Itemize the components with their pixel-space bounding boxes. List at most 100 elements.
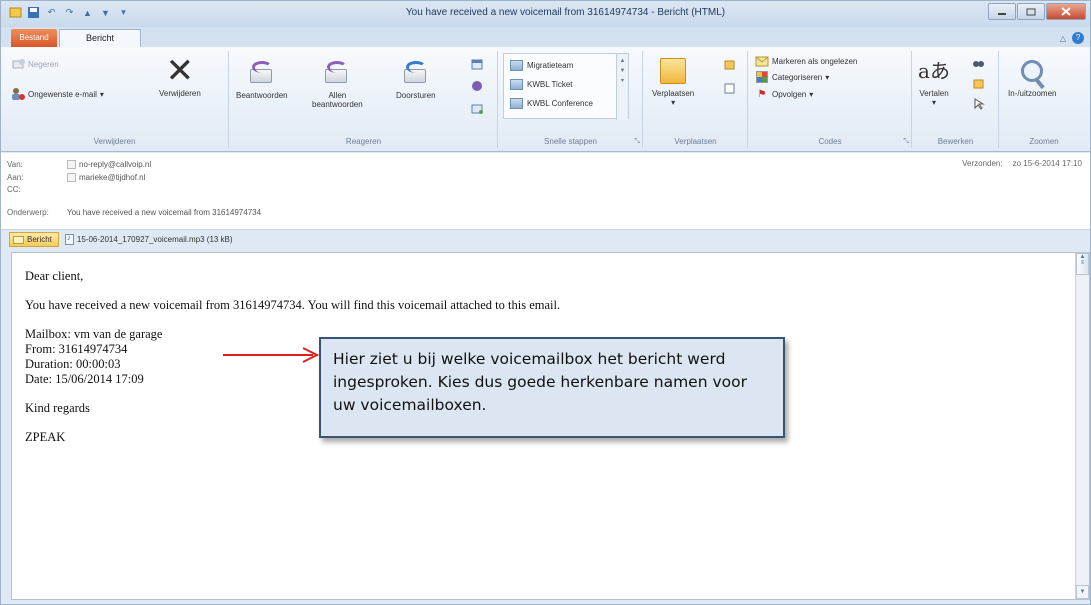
from-row: Van: no-reply@callvoip.nl <box>7 159 151 170</box>
group-label-move: Verplaatsen <box>674 137 717 146</box>
ignore-label: Negeren <box>28 59 59 69</box>
mark-unread-button[interactable]: Markeren als ongelezen <box>755 54 857 68</box>
zoom-label: In-/uitzoomen <box>1008 89 1057 98</box>
ribbon: Negeren Ongewenste e-mail ▾ ✕ Verwijdere… <box>1 47 1090 152</box>
quick-step-icon <box>510 78 523 90</box>
body-intro: You have received a new voicemail from 3… <box>25 298 561 312</box>
reply-all-button[interactable]: Allen beantwoorden <box>312 57 363 109</box>
sent-value: zo 15-6-2014 17:10 <box>1012 159 1082 168</box>
attachment-file[interactable]: 15-06-2014_170927_voicemail.mp3 (13 kB) <box>64 233 233 245</box>
move-button[interactable]: Verplaatsen ▾ <box>652 55 694 107</box>
maximize-button[interactable] <box>1017 3 1045 20</box>
scroll-up-button[interactable]: ▲ ≡ <box>1076 253 1089 275</box>
categorize-button[interactable]: Categoriseren ▾ <box>755 70 829 84</box>
delete-x-icon: ✕ <box>165 51 195 91</box>
dropdown-arrow-icon: ▾ <box>825 72 830 82</box>
attachment-file-label: 15-06-2014_170927_voicemail.mp3 (13 kB) <box>76 235 233 244</box>
help-icon[interactable]: ? <box>1072 32 1084 44</box>
quick-step-item[interactable]: KWBL Conference <box>504 95 628 111</box>
mark-unread-label: Markeren als ongelezen <box>772 56 858 66</box>
quick-step-item[interactable]: Migratieteam <box>504 57 628 73</box>
zoom-button[interactable]: In-/uitzoomen <box>1008 55 1056 98</box>
move-folder-icon <box>656 55 690 87</box>
quick-step-item[interactable]: KWBL Ticket <box>504 76 628 92</box>
tab-message[interactable]: Bericht <box>59 29 141 47</box>
dialog-launcher-icon[interactable]: ⤡ <box>903 138 909 146</box>
group-edit: aあ Vertalen ▾ Bewerken <box>913 51 999 148</box>
envelope-icon <box>13 235 24 244</box>
to-label: Aan: <box>7 173 24 182</box>
forward-label: Doorsturen <box>396 91 436 100</box>
edit-small-buttons <box>971 56 985 110</box>
ignore-button[interactable]: Negeren <box>11 57 59 71</box>
help-area: △ ? <box>1060 32 1084 44</box>
dialog-launcher-icon[interactable]: ⤡ <box>634 138 640 146</box>
from-value[interactable]: no-reply@callvoip.nl <box>67 160 151 169</box>
group-label-edit: Bewerken <box>937 137 974 146</box>
message-view-tab[interactable]: Bericht <box>9 232 59 247</box>
reply-button[interactable]: Beantwoorden <box>236 57 288 100</box>
move-small-buttons <box>722 57 736 95</box>
group-respond: Beantwoorden Allen beantwoorden Doorstur… <box>230 51 498 148</box>
quick-step-icon <box>510 97 523 109</box>
actions-icon[interactable] <box>722 81 736 95</box>
close-button[interactable] <box>1046 3 1086 20</box>
group-quick-steps: Migratieteam KWBL Ticket KWBL Conference… <box>499 51 643 148</box>
dropdown-arrow-icon: ▾ <box>671 98 676 107</box>
to-row: Aan: marieke@tijdhof.nl <box>7 172 145 183</box>
group-label-tags: Codes <box>818 137 842 146</box>
reply-label: Beantwoorden <box>236 91 288 100</box>
translate-label: Vertalen <box>919 89 949 98</box>
message-view-label: Bericht <box>27 235 52 244</box>
scroll-down-button[interactable]: ▼ <box>1076 585 1089 599</box>
related-icon[interactable] <box>971 76 985 90</box>
cc-label: CC: <box>7 185 21 194</box>
window-title: You have received a new voicemail from 3… <box>405 7 726 18</box>
forward-button[interactable]: Doorsturen <box>396 57 436 100</box>
body-scrollbar[interactable]: ▲ ≡ ▼ <box>1075 253 1089 599</box>
rules-icon[interactable] <box>722 57 736 71</box>
title-bar: ↶ ↷ ▲ ▼ ▾ You have received a new voicem… <box>1 1 1090 27</box>
annotation-callout: Hier ziet u bij welke voicemailbox het b… <box>319 337 785 438</box>
contact-status-icon <box>67 173 76 182</box>
sent-info: Verzonden: zo 15-6-2014 17:10 <box>962 159 1082 168</box>
minimize-button[interactable] <box>988 3 1016 20</box>
group-tags: Markeren als ongelezen Categoriseren ▾ ⚑… <box>749 51 912 148</box>
select-icon[interactable] <box>971 96 985 110</box>
flag-icon: ⚑ <box>757 88 767 100</box>
follow-up-label: Opvolgen <box>772 89 807 99</box>
meeting-icon[interactable] <box>470 57 484 71</box>
envelope-icon <box>755 54 769 68</box>
junk-mail-label: Ongewenste e-mail <box>28 89 97 99</box>
quick-steps-scroll[interactable]: ▲ ▼ ▾ <box>616 54 628 120</box>
group-delete: Negeren Ongewenste e-mail ▾ ✕ Verwijdere… <box>1 51 229 148</box>
minimize-ribbon-icon[interactable]: △ <box>1060 34 1066 43</box>
tab-file[interactable]: Bestand <box>11 29 57 47</box>
from-address: no-reply@callvoip.nl <box>79 160 152 169</box>
ignore-icon <box>11 57 25 71</box>
group-zoom: In-/uitzoomen Zoomen <box>1000 51 1088 148</box>
junk-mail-icon <box>11 87 25 101</box>
group-label-respond: Reageren <box>345 137 382 146</box>
to-value[interactable]: marieke@tijdhof.nl <box>67 173 145 182</box>
find-icon[interactable] <box>971 56 985 70</box>
contact-status-icon <box>67 160 76 169</box>
more-respond-icon[interactable] <box>470 101 484 115</box>
from-label: Van: <box>7 160 23 169</box>
delete-button[interactable]: ✕ Verwijderen <box>159 51 201 98</box>
categorize-icon <box>755 70 769 84</box>
dropdown-arrow-icon: ▾ <box>99 89 104 99</box>
outlook-message-window: ↶ ↷ ▲ ▼ ▾ You have received a new voicem… <box>0 0 1091 605</box>
group-label-quick-steps: Snelle stappen <box>544 137 597 146</box>
im-icon[interactable] <box>470 79 484 93</box>
follow-up-button[interactable]: ⚑ Opvolgen ▾ <box>755 87 814 101</box>
quick-step-icon <box>510 59 523 71</box>
dropdown-arrow-icon: ▾ <box>809 89 814 99</box>
junk-mail-button[interactable]: Ongewenste e-mail ▾ <box>11 87 104 101</box>
translate-button[interactable]: aあ Vertalen ▾ <box>917 55 951 107</box>
quick-step-label: KWBL Ticket <box>527 79 573 89</box>
subject-label: Onderwerp: <box>7 208 49 217</box>
quick-step-label: Migratieteam <box>527 60 574 70</box>
annotation-arrow-icon <box>223 347 320 363</box>
reply-all-icon <box>320 57 354 89</box>
